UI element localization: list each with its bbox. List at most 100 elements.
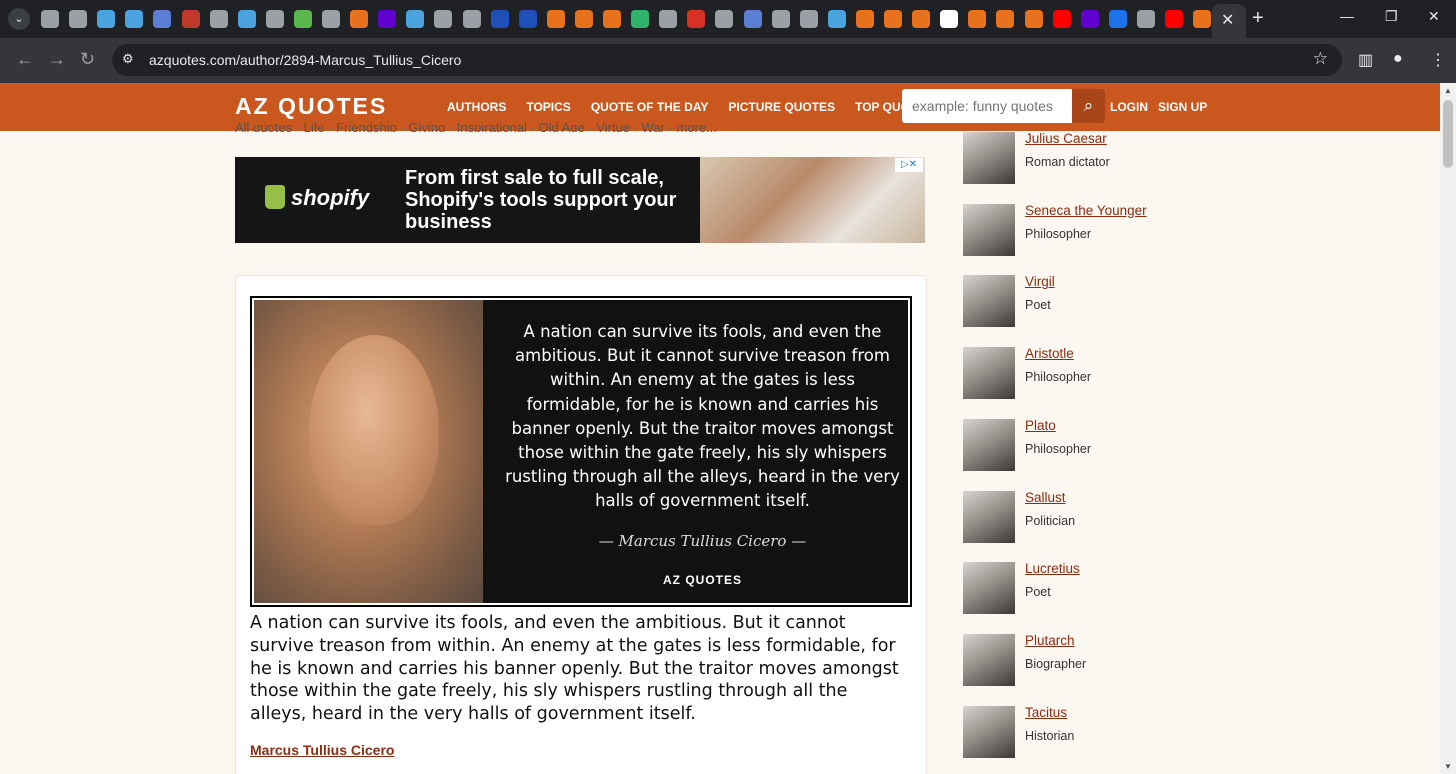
- youtube-icon[interactable]: [1165, 10, 1183, 28]
- menu-icon[interactable]: ⋮: [1430, 50, 1446, 70]
- nav-picture-quotes[interactable]: PICTURE QUOTES: [728, 100, 835, 114]
- back-icon[interactable]: ←: [16, 49, 34, 70]
- globe-icon[interactable]: [771, 10, 790, 28]
- yahoo-icon[interactable]: [378, 10, 397, 28]
- bookmark-icon[interactable]: [350, 10, 369, 28]
- bookmark-icon[interactable]: [1193, 10, 1212, 28]
- reload-icon[interactable]: ↻: [80, 49, 95, 70]
- bi-icon[interactable]: [181, 10, 200, 28]
- scrollbar[interactable]: [1440, 83, 1456, 774]
- related-author-item[interactable]: Tacitus Historian: [963, 705, 1223, 758]
- shield-icon[interactable]: [546, 10, 565, 28]
- tab-search-icon[interactable]: ⌄: [8, 8, 30, 30]
- globe-icon[interactable]: [69, 10, 88, 28]
- site-logo[interactable]: AZ QUOTES: [235, 93, 387, 120]
- globe-icon[interactable]: [209, 10, 228, 28]
- author-portrait[interactable]: [963, 633, 1015, 686]
- g-icon[interactable]: [631, 10, 650, 28]
- globe-icon[interactable]: [265, 10, 284, 28]
- bookmark-icon[interactable]: [1024, 10, 1043, 28]
- related-author-item[interactable]: Plato Philosopher: [963, 418, 1223, 471]
- author-name-link[interactable]: Lucretius: [1025, 561, 1080, 576]
- play-icon[interactable]: [293, 10, 312, 28]
- related-author-item[interactable]: Virgil Poet: [963, 274, 1223, 328]
- signup-link[interactable]: SIGN UP: [1158, 100, 1207, 114]
- shield-icon[interactable]: [574, 10, 593, 28]
- forward-icon[interactable]: →: [48, 49, 66, 70]
- scroll-down-icon[interactable]: ▼: [1444, 762, 1452, 771]
- globe-icon[interactable]: [41, 10, 59, 28]
- arrow-icon[interactable]: [153, 10, 172, 28]
- topic-links[interactable]: All quotes · Life · Friendship · Giving …: [235, 120, 717, 132]
- author-portrait[interactable]: [963, 490, 1015, 543]
- author-name-link[interactable]: Sallust: [1025, 490, 1066, 505]
- related-author-item[interactable]: Sallust Politician: [963, 490, 1223, 543]
- close-window-icon[interactable]: ✕: [1428, 8, 1440, 25]
- quote-author-link[interactable]: Marcus Tullius Cicero: [250, 742, 394, 758]
- related-author-item[interactable]: Seneca the Younger Philosopher: [963, 203, 1223, 256]
- close-tab-icon[interactable]: ✕: [1221, 10, 1234, 30]
- quote-picture[interactable]: A nation can survive its fools, and even…: [250, 296, 912, 607]
- shield-icon[interactable]: [97, 10, 116, 28]
- pin-icon[interactable]: [687, 10, 706, 28]
- text-icon[interactable]: [715, 10, 734, 28]
- arrow-icon[interactable]: [743, 10, 762, 28]
- author-portrait[interactable]: [963, 705, 1015, 758]
- text-icon[interactable]: [1136, 10, 1155, 28]
- new-tab-icon[interactable]: +: [1252, 7, 1264, 30]
- minimize-icon[interactable]: —: [1340, 8, 1354, 24]
- related-author-item[interactable]: Julius Caesar Roman dictator: [963, 131, 1223, 184]
- site-info-icon[interactable]: ⚙: [122, 51, 134, 67]
- maximize-icon[interactable]: ❐: [1385, 8, 1398, 25]
- author-name-link[interactable]: Virgil: [1025, 274, 1055, 289]
- ad-banner[interactable]: shopify From first sale to full scale, S…: [235, 157, 925, 243]
- author-name-link[interactable]: Plutarch: [1025, 633, 1075, 648]
- search-button[interactable]: ⌕: [1072, 89, 1105, 123]
- author-name-link[interactable]: Tacitus: [1025, 705, 1067, 720]
- nav-authors[interactable]: AUTHORS: [447, 100, 506, 114]
- active-tab[interactable]: ✕: [1212, 4, 1246, 38]
- login-link[interactable]: LOGIN: [1110, 100, 1148, 114]
- author-portrait[interactable]: [963, 132, 1015, 184]
- globe-icon[interactable]: [659, 10, 678, 28]
- shield-icon[interactable]: [603, 10, 621, 28]
- wikipedia-icon[interactable]: [940, 10, 959, 28]
- globe-icon[interactable]: [462, 10, 481, 28]
- related-author-item[interactable]: Aristotle Philosopher: [963, 346, 1223, 400]
- author-name-link[interactable]: Aristotle: [1025, 346, 1074, 361]
- side-panel-icon[interactable]: ▥: [1358, 50, 1373, 70]
- author-portrait[interactable]: [963, 347, 1015, 400]
- author-portrait[interactable]: [963, 203, 1015, 256]
- author-name-link[interactable]: Seneca the Younger: [1025, 203, 1147, 218]
- circle-icon[interactable]: [1108, 10, 1127, 28]
- youtube-icon[interactable]: [1052, 10, 1071, 28]
- nav-quote-of-the-day[interactable]: QUOTE OF THE DAY: [591, 100, 709, 114]
- cube-icon[interactable]: [518, 10, 537, 28]
- globe-icon[interactable]: [322, 10, 340, 28]
- author-name-link[interactable]: Plato: [1025, 418, 1056, 433]
- author-name-link[interactable]: Julius Caesar: [1025, 131, 1107, 146]
- shield-icon[interactable]: [125, 10, 144, 28]
- bookmark-icon[interactable]: [855, 10, 874, 28]
- bookmark-icon[interactable]: [996, 10, 1015, 28]
- adchoices-icon[interactable]: ▷✕: [895, 158, 923, 172]
- related-author-item[interactable]: Lucretius Poet: [963, 561, 1223, 615]
- scrollbar-thumb[interactable]: [1443, 100, 1453, 168]
- search-icon[interactable]: [237, 10, 256, 28]
- search-input[interactable]: [902, 89, 1072, 123]
- bookmark-icon[interactable]: [884, 10, 902, 28]
- nav-topics[interactable]: TOPICS: [526, 100, 570, 114]
- bookmark-icon[interactable]: [912, 10, 931, 28]
- shield-icon[interactable]: [406, 10, 425, 28]
- search-icon[interactable]: [827, 10, 846, 28]
- mail-icon[interactable]: [1080, 10, 1099, 28]
- address-bar[interactable]: ⚙ azquotes.com/author/2894-Marcus_Tulliu…: [112, 44, 1342, 76]
- scroll-up-icon[interactable]: ▲: [1444, 86, 1452, 95]
- bookmark-star-icon[interactable]: ☆: [1313, 49, 1328, 69]
- cube-icon[interactable]: [490, 10, 509, 28]
- related-author-item[interactable]: Plutarch Biographer: [963, 633, 1223, 686]
- author-portrait[interactable]: [963, 275, 1015, 328]
- author-portrait[interactable]: [963, 418, 1015, 471]
- author-portrait[interactable]: [963, 562, 1015, 615]
- profile-icon[interactable]: ●: [1393, 50, 1403, 68]
